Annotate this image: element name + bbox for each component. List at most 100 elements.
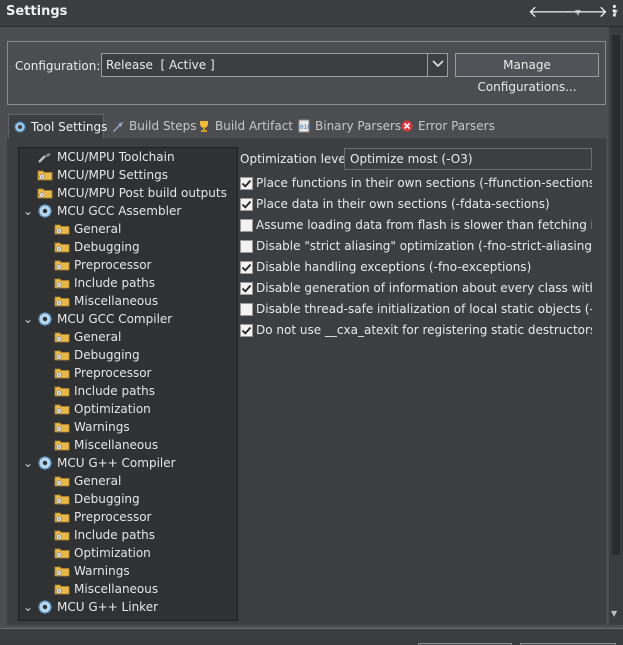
tree-item[interactable]: Warnings <box>40 562 130 580</box>
tree-item[interactable]: Debugging <box>40 490 140 508</box>
tree-item[interactable]: Include paths <box>40 382 155 400</box>
tree-item[interactable]: Warnings <box>40 418 130 436</box>
vertical-scrollbar[interactable]: ▼ <box>609 27 623 625</box>
bottom-button-bar <box>0 628 623 645</box>
scrollbar-thumb[interactable] <box>612 35 620 555</box>
window-title: Settings <box>6 4 68 19</box>
tree-item-label: Debugging <box>74 348 140 362</box>
tab-label: Tool Settings <box>31 119 108 134</box>
tree-item-label: Include paths <box>74 384 156 398</box>
tree-item-label: Optimization <box>74 546 151 560</box>
binary-parser-icon: 010 <box>297 119 311 133</box>
checkbox-label: Disable generation of information about … <box>256 281 592 295</box>
option-checkbox-row[interactable]: Place functions in their own sections (-… <box>240 174 592 192</box>
tree-item[interactable]: Miscellaneous <box>40 292 158 310</box>
folder-settings-icon <box>54 257 70 273</box>
folder-settings-icon <box>54 563 70 579</box>
tree-item[interactable]: Debugging <box>40 346 140 364</box>
checkbox-unchecked[interactable] <box>240 218 253 232</box>
tree-item[interactable]: Preprocessor <box>40 364 151 382</box>
error-parser-icon <box>400 119 414 133</box>
tree-item[interactable]: Preprocessor <box>40 508 151 526</box>
chevron-down-icon[interactable]: ⌄ <box>23 601 33 613</box>
checkbox-unchecked[interactable] <box>240 302 253 316</box>
folder-settings-icon <box>54 401 70 417</box>
tree-item[interactable]: Include paths <box>40 274 155 292</box>
chevron-down-icon[interactable]: ⌄ <box>23 205 33 217</box>
folder-settings-icon <box>54 509 70 525</box>
tree-item-label: Preprocessor <box>74 366 152 380</box>
tree-item[interactable]: MCU/MPU Settings <box>23 166 168 184</box>
tree-item[interactable]: ⌄ MCU GCC Assembler <box>23 202 181 220</box>
option-checkbox-row[interactable]: Place data in their own sections (-fdata… <box>240 195 592 213</box>
checkbox-checked[interactable] <box>240 323 253 337</box>
folder-settings-icon <box>54 365 70 381</box>
option-checkbox-row[interactable]: Disable "strict aliasing" optimization (… <box>240 237 592 255</box>
forward-arrow-icon: 🡒 <box>565 2 608 21</box>
checkbox-unchecked[interactable] <box>240 239 253 253</box>
tree-item[interactable]: ⌄ MCU G++ Linker <box>23 598 158 616</box>
checkbox-checked[interactable] <box>240 281 253 295</box>
trophy-icon <box>197 119 211 133</box>
tree-item[interactable]: MCU/MPU Post build outputs <box>23 184 227 202</box>
tree-item[interactable]: ⌄ MCU GCC Compiler <box>23 310 172 328</box>
tree-item-label: Miscellaneous <box>74 582 159 596</box>
tree-item-label: General <box>74 474 122 488</box>
tree-item[interactable]: General <box>40 472 121 490</box>
tab-tool-settings[interactable]: Tool Settings <box>8 114 108 138</box>
folder-settings-icon <box>54 293 70 309</box>
optimization-level-select[interactable]: Optimize most (-O3) <box>344 148 592 170</box>
tree-item[interactable]: Optimization <box>40 400 151 418</box>
option-checkbox-row[interactable]: Disable handling exceptions (-fno-except… <box>240 258 592 276</box>
manage-configurations-button[interactable]: Manage Configurations... <box>455 53 599 94</box>
gear-tool-icon <box>37 203 53 219</box>
tree-item-label: General <box>74 330 122 344</box>
configuration-label: Configuration: <box>15 59 101 73</box>
tree-item[interactable]: General <box>40 220 121 238</box>
tree-item-label: Preprocessor <box>74 510 152 524</box>
checkbox-checked[interactable] <box>240 260 253 274</box>
gear-tool-icon <box>37 599 53 615</box>
tree-item-label: General <box>74 222 122 236</box>
folder-settings-icon <box>54 329 70 345</box>
chevron-down-icon[interactable]: ⌄ <box>23 313 33 325</box>
tree-item-label: Include paths <box>74 528 156 542</box>
tree-item[interactable]: Include paths <box>40 526 155 544</box>
tree-item[interactable]: MCU/MPU Toolchain <box>23 148 175 166</box>
tab-error-parsers[interactable]: Error Parsers <box>396 114 499 138</box>
tab-build-artifact[interactable]: Build Artifact <box>193 114 297 138</box>
tab-build-steps[interactable]: Build Steps <box>107 114 201 138</box>
option-checkbox-row[interactable]: Assume loading data from flash is slower… <box>240 216 592 234</box>
folder-settings-icon <box>54 545 70 561</box>
checkbox-checked[interactable] <box>240 176 253 190</box>
tree-item[interactable]: Optimization <box>40 544 151 562</box>
folder-settings-icon <box>54 239 70 255</box>
checkbox-checked[interactable] <box>240 197 253 211</box>
scroll-down-icon[interactable]: ▼ <box>611 609 617 618</box>
configuration-panel: Configuration: Release [ Active ] Manage… <box>7 41 606 105</box>
chevron-down-icon[interactable]: ⌄ <box>23 457 33 469</box>
tree-item-label: Warnings <box>74 564 130 578</box>
build-steps-icon <box>111 119 125 133</box>
tree-item-label: MCU GCC Compiler <box>57 312 173 326</box>
option-checkbox-row[interactable]: Do not use __cxa_atexit for registering … <box>240 321 592 339</box>
chevron-down-icon[interactable] <box>427 54 447 76</box>
option-checkbox-row[interactable]: Disable thread-safe initialization of lo… <box>240 300 592 318</box>
view-menu-icon[interactable]: ⋮ <box>607 2 622 20</box>
tree-item-label: MCU/MPU Post build outputs <box>57 186 227 200</box>
tree-item[interactable]: Miscellaneous <box>40 580 158 598</box>
tool-settings-icon <box>13 120 27 134</box>
tool-settings-tree[interactable]: MCU/MPU Toolchain MCU/MPU Settings MCU/MPU… <box>18 147 238 621</box>
configuration-select[interactable]: Release [ Active ] <box>101 53 448 77</box>
tree-item[interactable]: ⌄ MCU G++ Compiler <box>23 454 176 472</box>
option-checkbox-row[interactable]: Disable generation of information about … <box>240 279 592 297</box>
tree-item[interactable]: Miscellaneous <box>40 436 158 454</box>
tree-item[interactable]: General <box>40 328 121 346</box>
tab-binary-parsers[interactable]: 010 Binary Parsers <box>293 114 405 138</box>
tree-item-label: MCU/MPU Settings <box>57 168 168 182</box>
tree-item-label: Miscellaneous <box>74 294 159 308</box>
tree-item-label: MCU G++ Linker <box>57 600 159 614</box>
folder-settings-icon <box>37 185 53 201</box>
tree-item[interactable]: Debugging <box>40 238 140 256</box>
tree-item[interactable]: Preprocessor <box>40 256 151 274</box>
